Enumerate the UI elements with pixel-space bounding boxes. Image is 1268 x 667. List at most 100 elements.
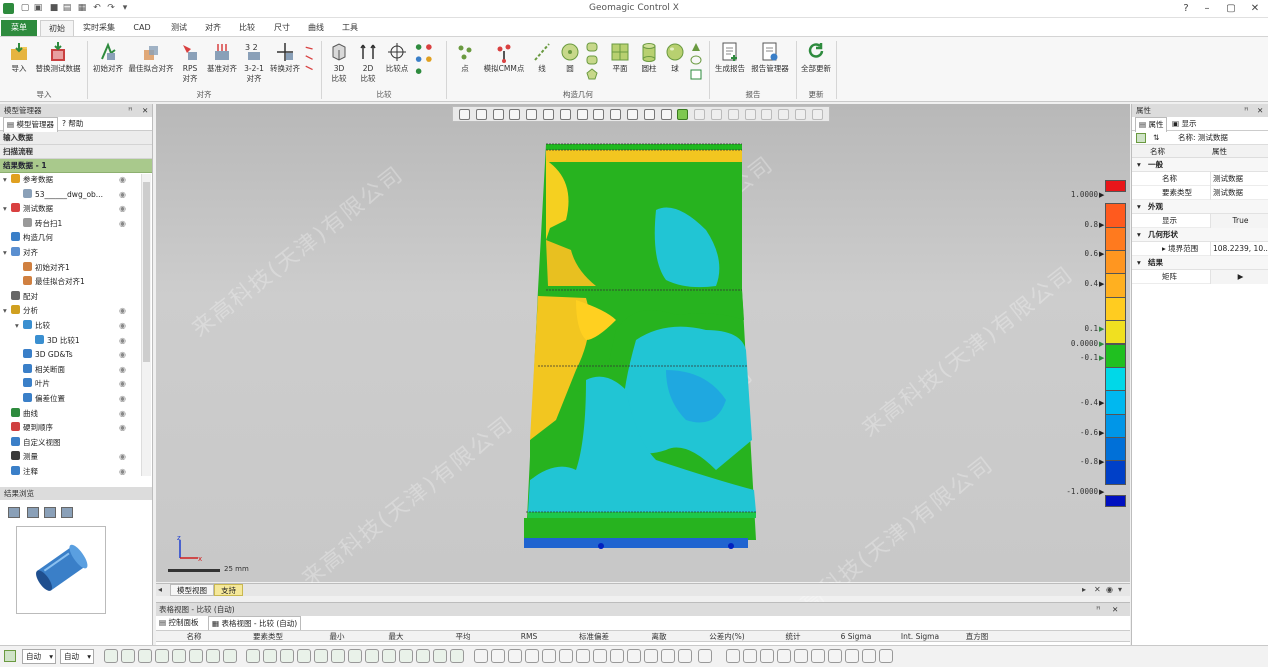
visibility-eye-icon[interactable]: ◉ bbox=[119, 407, 126, 422]
filter-tool-icon[interactable] bbox=[811, 649, 825, 663]
tab-realtime[interactable]: 实时采集 bbox=[79, 20, 119, 36]
table-column-header[interactable]: 名称 bbox=[164, 631, 224, 643]
tree-item[interactable]: 偏差位置 ◉ bbox=[0, 392, 152, 407]
table-column-header[interactable]: 标准偏差 bbox=[562, 631, 626, 643]
tree-item[interactable]: ▾ 比较 ◉ bbox=[0, 319, 152, 334]
filter-tool-icon[interactable] bbox=[862, 649, 876, 663]
expand-arrow-icon[interactable]: ▾ bbox=[3, 173, 11, 188]
filter-tool-icon[interactable] bbox=[644, 649, 658, 663]
filter-tool-icon[interactable] bbox=[138, 649, 152, 663]
tab-test[interactable]: 测试 bbox=[163, 20, 195, 36]
generate-report-button[interactable]: 生成报告 bbox=[712, 41, 748, 89]
sphere-button[interactable]: 球 bbox=[664, 41, 686, 89]
table-column-header[interactable]: 离散 bbox=[630, 631, 688, 643]
tree-item[interactable]: 测量 ◉ bbox=[0, 450, 152, 465]
visibility-eye-icon[interactable]: ◉ bbox=[119, 319, 126, 334]
filter-tool-icon[interactable] bbox=[508, 649, 522, 663]
view-tool-icon[interactable] bbox=[543, 109, 554, 120]
pin-icon[interactable]: ꟸ bbox=[1244, 104, 1248, 117]
selection-filter-select[interactable]: 自动 ▾ bbox=[22, 649, 56, 664]
tree-item[interactable]: ▾ 分析 ◉ bbox=[0, 304, 152, 319]
view-tool-icon[interactable] bbox=[761, 109, 773, 120]
visibility-eye-icon[interactable]: ◉ bbox=[119, 217, 126, 232]
visibility-eye-icon[interactable]: ◉ bbox=[119, 392, 126, 407]
transform-align-button[interactable]: 转换对齐 bbox=[268, 41, 302, 89]
table-column-header[interactable]: 直方图 bbox=[952, 631, 1002, 643]
visibility-eye-icon[interactable]: ◉ bbox=[119, 465, 126, 475]
filter-tool-icon[interactable] bbox=[845, 649, 859, 663]
cmm-point-button[interactable]: 模拟CMM点 bbox=[479, 41, 529, 89]
filter-tool-icon[interactable] bbox=[525, 649, 539, 663]
pin-icon[interactable]: ꟸ bbox=[128, 104, 132, 117]
sphere-mini-tools[interactable] bbox=[688, 41, 704, 89]
initial-align-button[interactable]: 初始对齐 bbox=[90, 41, 126, 89]
view-tool-icon[interactable] bbox=[610, 109, 622, 120]
filter-tool-icon[interactable] bbox=[828, 649, 842, 663]
filter-tool-icon[interactable] bbox=[777, 649, 791, 663]
tab-support[interactable]: 支持 bbox=[214, 584, 243, 596]
visibility-eye-icon[interactable]: ◉ bbox=[119, 348, 126, 363]
property-value[interactable]: True bbox=[1210, 214, 1268, 228]
close-icon[interactable]: ✕ bbox=[1244, 1, 1266, 16]
table-column-header[interactable]: 平均 bbox=[430, 631, 496, 643]
tab-model-view[interactable]: 模型视图 bbox=[170, 584, 214, 596]
filter-tool-icon[interactable] bbox=[331, 649, 345, 663]
filter-tool-icon[interactable] bbox=[206, 649, 220, 663]
property-row[interactable]: 要素类型 测试数据 bbox=[1132, 186, 1268, 200]
tab-align[interactable]: 对齐 bbox=[197, 20, 229, 36]
close-panel-icon[interactable]: ✕ bbox=[142, 104, 148, 117]
results-tool-icon[interactable] bbox=[8, 507, 20, 518]
property-row[interactable]: 显示 True bbox=[1132, 214, 1268, 228]
3d-compare-button[interactable]: 3D 比较 bbox=[326, 41, 352, 89]
results-tool-icon[interactable] bbox=[44, 507, 56, 518]
deviation-color-bar[interactable] bbox=[1105, 180, 1126, 507]
visibility-eye-icon[interactable]: ◉ bbox=[119, 363, 126, 378]
filter-tool-icon[interactable] bbox=[879, 649, 893, 663]
visibility-eye-icon[interactable]: ◉ bbox=[119, 304, 126, 319]
property-section[interactable]: ▾ 一般 bbox=[1132, 158, 1268, 172]
tree-item[interactable]: 曲线 ◉ bbox=[0, 407, 152, 422]
point-button[interactable]: 点 bbox=[452, 41, 478, 89]
view-tool-icon[interactable] bbox=[694, 109, 706, 120]
table-column-header[interactable]: 6 Sigma bbox=[824, 631, 888, 643]
visibility-eye-icon[interactable]: ◉ bbox=[119, 334, 126, 349]
table-column-header[interactable]: 最小 bbox=[312, 631, 362, 643]
collapse-arrow-icon[interactable]: ▾ bbox=[1137, 256, 1141, 270]
filter-tool-icon[interactable] bbox=[263, 649, 277, 663]
filter-tool-icon[interactable] bbox=[450, 649, 464, 663]
tab-help[interactable]: ? 帮助 bbox=[62, 117, 83, 131]
tree-item[interactable]: ▾ 参考数据 ◉ bbox=[0, 173, 152, 188]
filter-tool-icon[interactable] bbox=[433, 649, 447, 663]
filter-tool-icon[interactable] bbox=[223, 649, 237, 663]
visibility-eye-icon[interactable]: ◉ bbox=[119, 450, 126, 465]
results-tool-icon[interactable] bbox=[61, 507, 73, 518]
replace-data-button[interactable]: 替换测试数据 bbox=[32, 41, 84, 89]
view-tool-icon[interactable] bbox=[526, 109, 538, 120]
collapse-arrow-icon[interactable]: ▾ bbox=[1137, 228, 1141, 242]
expand-arrow-icon[interactable]: ▾ bbox=[3, 246, 11, 261]
property-value[interactable]: 测试数据 bbox=[1210, 186, 1268, 200]
close-view-icon[interactable]: ✕ bbox=[1094, 585, 1101, 594]
view-tool-icon[interactable] bbox=[660, 109, 672, 120]
view-tool-icon[interactable] bbox=[492, 109, 504, 120]
filter-tool-icon[interactable] bbox=[661, 649, 675, 663]
result-thumbnail[interactable] bbox=[16, 526, 106, 614]
view-tool-icon[interactable] bbox=[509, 109, 521, 120]
filter-tool-icon[interactable] bbox=[794, 649, 808, 663]
view-tool-icon[interactable] bbox=[744, 109, 756, 120]
visibility-eye-icon[interactable]: ◉ bbox=[119, 377, 126, 392]
minimize-icon[interactable]: – bbox=[1196, 1, 1218, 16]
compare-mini-tools[interactable] bbox=[413, 41, 441, 89]
expand-arrow-icon[interactable]: ▾ bbox=[3, 202, 11, 217]
2d-compare-button[interactable]: 2D 比较 bbox=[354, 41, 382, 89]
rps-align-button[interactable]: RPS 对齐 bbox=[178, 41, 202, 89]
filter-tool-icon[interactable] bbox=[104, 649, 118, 663]
tab-dimension[interactable]: 尺寸 bbox=[266, 20, 298, 36]
tab-curve[interactable]: 曲线 bbox=[300, 20, 332, 36]
close-panel-icon[interactable]: ✕ bbox=[1257, 104, 1263, 117]
tab-model-manager[interactable]: ▤ 模型管理器 bbox=[3, 117, 58, 132]
filter-tool-icon[interactable] bbox=[189, 649, 203, 663]
collapse-arrow-icon[interactable]: ▾ bbox=[1137, 200, 1141, 214]
property-value[interactable]: 108.2239, 10... bbox=[1210, 242, 1268, 256]
filter-tool-icon[interactable] bbox=[593, 649, 607, 663]
